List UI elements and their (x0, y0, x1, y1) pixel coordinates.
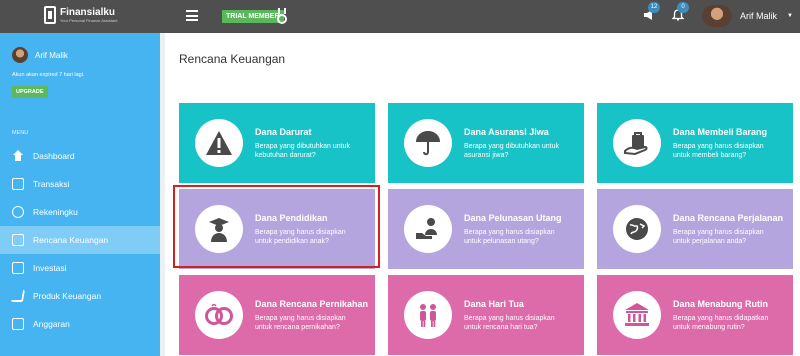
card-dana-pelunasan-utang[interactable]: Dana Pelunasan Utang Berapa yang harus d… (388, 189, 584, 269)
card-dana-darurat[interactable]: Dana Darurat Berapa yang dibutuhkan untu… (179, 103, 375, 183)
logo-mark-icon (44, 6, 56, 24)
selection-highlight-box (173, 185, 380, 268)
sidebar-item-label: Dashboard (33, 151, 75, 161)
sidebar-item-transaksi[interactable]: Transaksi (0, 170, 160, 198)
budget-icon (12, 318, 24, 330)
sidebar-item-label: Anggaran (33, 319, 70, 329)
card-icon-circle (613, 205, 661, 253)
menu-section-label: MENU (12, 130, 29, 136)
announcement-count-badge: 12 (648, 2, 660, 13)
notification-count-badge: 0 (677, 2, 689, 13)
card-description: Berapa yang harus disiapkan untuk perjal… (673, 228, 764, 245)
clipboard-icon (12, 234, 24, 246)
page-header: Rencana Keuangan (165, 33, 800, 88)
cart-icon (10, 290, 26, 302)
account-expiry-text: Akun akan expired 7 hari lagi. (12, 72, 85, 78)
card-dana-rencana-pernikahan[interactable]: Dana Rencana Pernikahan Berapa yang haru… (179, 275, 375, 355)
user-menu-name: Arif Malik (740, 11, 778, 21)
sidebar-item-investasi[interactable]: Investasi (0, 254, 160, 282)
card-dana-asuransi-jiwa[interactable]: Dana Asuransi Jiwa Berapa yang dibutuhka… (388, 103, 584, 183)
card-dana-membeli-barang[interactable]: Dana Membeli Barang Berapa yang harus di… (597, 103, 793, 183)
top-navbar: Finansialku Your Personal Finance Assist… (0, 0, 800, 33)
card-description: Berapa yang harus disiapkan untuk peluna… (464, 228, 555, 245)
card-icon-circle (404, 119, 452, 167)
card-icon-circle (613, 119, 661, 167)
medal-icon (277, 8, 287, 24)
upgrade-button[interactable]: UPGRADE (12, 86, 48, 98)
app-logo[interactable]: Finansialku Your Personal Finance Assist… (44, 6, 117, 24)
trial-member-badge: TRIAL MEMBER (222, 10, 284, 23)
main-content: Rencana Keuangan Dana Darurat Berapa yan… (165, 33, 800, 356)
umbrella-icon (416, 131, 440, 156)
card-title: Dana Membeli Barang (673, 126, 768, 137)
document-icon (12, 178, 24, 190)
page-title: Rencana Keuangan (179, 52, 286, 66)
chevron-down-icon: ▼ (787, 13, 793, 19)
home-icon (12, 150, 24, 162)
sidebar-item-label: Rekeningku (33, 207, 78, 217)
elderly-couple-icon (420, 304, 436, 327)
card-title: Dana Hari Tua (464, 298, 524, 309)
logo-tagline: Your Personal Finance Assistant (60, 17, 118, 23)
card-description: Berapa yang harus disiapkan untuk rencan… (255, 314, 346, 331)
sidebar-item-anggaran[interactable]: Anggaran (0, 310, 160, 338)
warning-icon (206, 131, 232, 155)
card-description: Berapa yang harus disiapkan untuk membel… (673, 142, 764, 159)
shopping-bag-icon (624, 132, 648, 156)
announcement-button[interactable]: 12 (642, 2, 660, 23)
card-dana-menabung-rutin[interactable]: Dana Menabung Rutin Berapa yang harus di… (597, 275, 793, 355)
sidebar-item-label: Produk Keuangan (33, 291, 102, 301)
sidebar: Arif Malik Akun akan expired 7 hari lagi… (0, 33, 160, 356)
bank-icon (625, 303, 649, 326)
sidebar-item-label: Investasi (33, 263, 67, 273)
menu-toggle-icon[interactable] (186, 10, 198, 21)
card-description: Berapa yang dibutuhkan untuk kebutuhan d… (255, 142, 350, 159)
card-icon-circle (404, 291, 452, 339)
layers-icon (12, 206, 24, 218)
globe-plane-icon (626, 218, 648, 240)
sidebar-item-label: Rencana Keuangan (33, 235, 109, 245)
sidebar-user-name: Arif Malik (35, 50, 68, 60)
sidebar-item-rekeningku[interactable]: Rekeningku (0, 198, 160, 226)
card-title: Dana Darurat (255, 126, 312, 137)
card-dana-hari-tua[interactable]: Dana Hari Tua Berapa yang harus disiapka… (388, 275, 584, 355)
notification-button[interactable]: 0 (671, 2, 689, 23)
card-icon-circle (404, 205, 452, 253)
sidebar-item-produk-keuangan[interactable]: Produk Keuangan (0, 282, 160, 310)
sidebar-item-label: Transaksi (33, 179, 70, 189)
card-title: Dana Asuransi Jiwa (464, 126, 549, 137)
sidebar-item-dashboard[interactable]: Dashboard (0, 142, 160, 170)
sidebar-user-panel: Arif Malik Akun akan expired 7 hari lagi… (0, 33, 160, 130)
card-description: Berapa yang harus didapatkan untuk menab… (673, 314, 769, 331)
user-menu[interactable]: Arif Malik ▼ (702, 5, 793, 27)
logo-name: Finansialku (60, 6, 116, 18)
card-title: Dana Menabung Rutin (673, 298, 768, 309)
sidebar-avatar (12, 47, 28, 63)
rings-icon (205, 304, 233, 325)
card-description: Berapa yang harus disiapkan untuk rencan… (464, 314, 555, 331)
card-title: Dana Rencana Perjalanan (673, 212, 784, 223)
sidebar-item-rencana-keuangan[interactable]: Rencana Keuangan (0, 226, 160, 254)
card-icon-circle (195, 119, 243, 167)
card-dana-rencana-perjalanan[interactable]: Dana Rencana Perjalanan Berapa yang haru… (597, 189, 793, 269)
debt-icon (416, 218, 437, 239)
card-title: Dana Rencana Pernikahan (255, 298, 369, 309)
user-avatar (702, 5, 732, 27)
card-icon-circle (195, 291, 243, 339)
card-icon-circle (613, 291, 661, 339)
plan-grid: Dana Darurat Berapa yang dibutuhkan untu… (165, 88, 800, 356)
card-title: Dana Pelunasan Utang (464, 212, 562, 223)
card-description: Berapa yang dibutuhkan untuk asuransi ji… (464, 142, 559, 159)
chart-icon (12, 262, 24, 274)
